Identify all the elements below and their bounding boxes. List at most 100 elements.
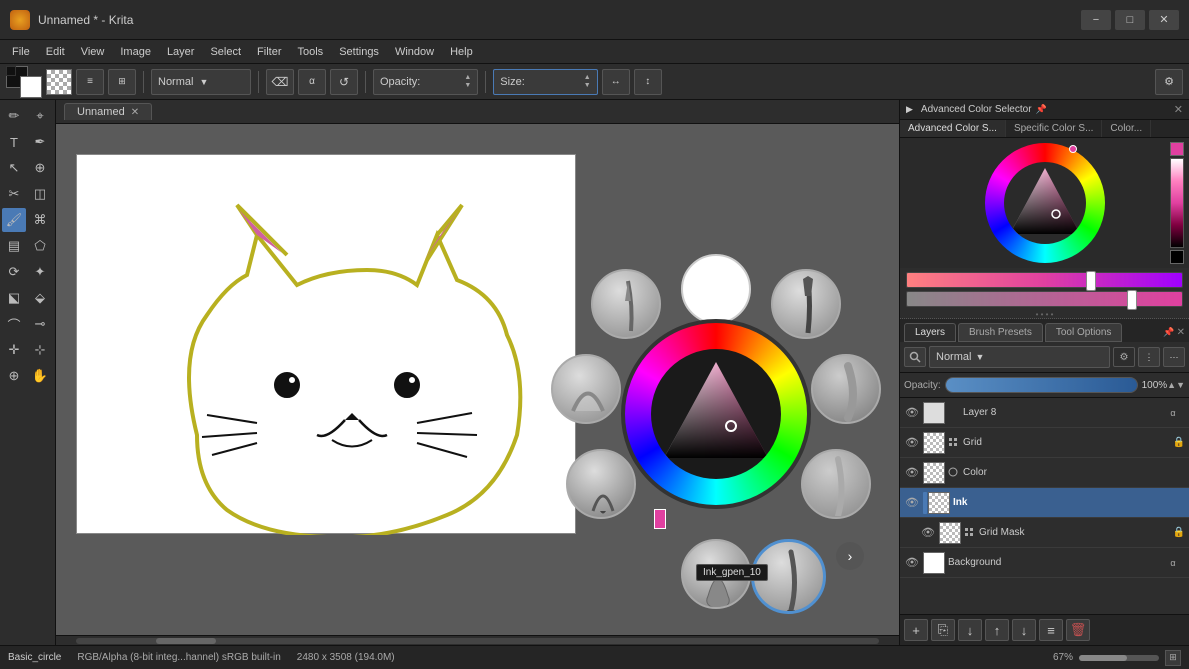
pan-tool[interactable]: ✋ bbox=[28, 364, 52, 388]
edit-shapes-tool[interactable]: ↖ bbox=[2, 156, 26, 180]
hue-slider-thumb[interactable] bbox=[1086, 271, 1096, 291]
menu-window[interactable]: Window bbox=[387, 44, 442, 60]
tab-layers[interactable]: Layers bbox=[904, 323, 956, 342]
opacity-input[interactable]: 1.00 bbox=[424, 76, 464, 88]
enclose-fill-tool[interactable]: ⬠ bbox=[28, 234, 52, 258]
brush-circle-tr[interactable] bbox=[771, 269, 841, 339]
layer-item-ink[interactable]: 👁 Ink bbox=[900, 488, 1189, 518]
size-down[interactable]: ▼ bbox=[584, 82, 591, 89]
zoom-tool[interactable]: ⊕ bbox=[2, 364, 26, 388]
minimize-button[interactable]: − bbox=[1081, 10, 1111, 30]
menu-tools[interactable]: Tools bbox=[290, 44, 332, 60]
zoom-fit-button[interactable]: ⊞ bbox=[1165, 650, 1181, 666]
layer-visibility-color[interactable]: 👁 bbox=[904, 465, 920, 481]
mirror-h-button[interactable]: ↔ bbox=[602, 69, 630, 95]
brush-circle-left[interactable] bbox=[551, 354, 621, 424]
h-scrollbar[interactable] bbox=[56, 635, 899, 645]
layer-visibility-8[interactable]: 👁 bbox=[904, 405, 920, 421]
menu-help[interactable]: Help bbox=[442, 44, 481, 60]
active-color-swatch[interactable] bbox=[1170, 142, 1184, 156]
layer-item-8[interactable]: 👁 Layer 8 α bbox=[900, 398, 1189, 428]
fill-tool[interactable]: ▤ bbox=[2, 234, 26, 258]
saturation-slider-thumb[interactable] bbox=[1127, 290, 1137, 310]
erase-button[interactable]: ⌫ bbox=[266, 69, 294, 95]
mirror-button[interactable]: ⊞ bbox=[108, 69, 136, 95]
layer-collapse-button[interactable]: ⋮ bbox=[1138, 347, 1160, 367]
menu-filter[interactable]: Filter bbox=[249, 44, 289, 60]
delete-layer-button[interactable]: 🗑 bbox=[1066, 619, 1090, 641]
brush-circle-br[interactable] bbox=[801, 449, 871, 519]
layer-style-button[interactable]: ≡ bbox=[76, 69, 104, 95]
brush-circle-active[interactable] bbox=[751, 539, 826, 614]
freehand-select-tool[interactable]: ⌖ bbox=[28, 104, 52, 128]
maximize-button[interactable]: □ bbox=[1115, 10, 1145, 30]
panel-pin-button[interactable]: 📌 bbox=[1036, 104, 1047, 115]
drawing-canvas[interactable] bbox=[76, 154, 576, 534]
layer-visibility-gridmask[interactable]: 👁 bbox=[920, 525, 936, 541]
tab-tool-options[interactable]: Tool Options bbox=[1045, 323, 1123, 342]
menu-edit[interactable]: Edit bbox=[38, 44, 73, 60]
layers-panel-pin[interactable]: 📌 bbox=[1163, 327, 1174, 338]
alpha-lock-button[interactable]: α bbox=[298, 69, 326, 95]
opacity-down-btn[interactable]: ▼ bbox=[1176, 380, 1185, 390]
menu-file[interactable]: File bbox=[4, 44, 38, 60]
bezier-select-tool[interactable]: ⌒ bbox=[2, 312, 26, 336]
menu-select[interactable]: Select bbox=[202, 44, 249, 60]
multibrush-tool[interactable]: ✦ bbox=[28, 260, 52, 284]
menu-view[interactable]: View bbox=[73, 44, 113, 60]
paint-brush-tool[interactable]: 🖌 bbox=[2, 208, 26, 232]
color-value-strip[interactable] bbox=[1170, 158, 1184, 248]
saturation-slider[interactable] bbox=[906, 291, 1183, 307]
hue-slider[interactable] bbox=[906, 272, 1183, 288]
settings-button[interactable]: ⚙ bbox=[1155, 69, 1183, 95]
panel-resizer[interactable]: • • • • bbox=[900, 311, 1189, 319]
brush-circle-bl[interactable] bbox=[566, 449, 636, 519]
menu-layer[interactable]: Layer bbox=[159, 44, 203, 60]
size-input[interactable]: 11.47 px bbox=[529, 76, 584, 88]
gradient-tool[interactable]: ◫ bbox=[28, 182, 52, 206]
panel-close-button[interactable]: ✕ bbox=[1174, 103, 1183, 116]
layer-visibility-bg[interactable]: 👁 bbox=[904, 555, 920, 571]
contiguous-select-tool[interactable]: ⬕ bbox=[2, 286, 26, 310]
opacity-spinners[interactable]: ▲ ▼ bbox=[464, 74, 471, 89]
move-layer-up-button[interactable]: ↑ bbox=[985, 619, 1009, 641]
layer-expand-button[interactable]: ⋯ bbox=[1163, 347, 1185, 367]
layer-settings-button[interactable]: ≡ bbox=[1039, 619, 1063, 641]
tab-brush-presets[interactable]: Brush Presets bbox=[958, 323, 1043, 342]
smart-patch-tool[interactable]: ⌘ bbox=[28, 208, 52, 232]
brush-circle-bottom[interactable] bbox=[681, 539, 751, 609]
mini-hue-ring[interactable] bbox=[985, 143, 1105, 263]
black-swatch[interactable] bbox=[1170, 250, 1184, 264]
reset-button[interactable]: ↺ bbox=[330, 69, 358, 95]
layer-filter-button[interactable]: ⚙ bbox=[1113, 347, 1135, 367]
close-button[interactable]: ✕ bbox=[1149, 10, 1179, 30]
layer-item-color[interactable]: 👁 Color bbox=[900, 458, 1189, 488]
tab-adv-color[interactable]: Advanced Color S... bbox=[900, 120, 1006, 137]
layers-search-button[interactable] bbox=[904, 347, 926, 367]
opacity-down[interactable]: ▼ bbox=[464, 82, 471, 89]
calligraphy-tool[interactable]: ✒ bbox=[28, 130, 52, 154]
layer-visibility-ink[interactable]: 👁 bbox=[904, 495, 920, 511]
layer-item-background[interactable]: 👁 Background α bbox=[900, 548, 1189, 578]
brush-circle-tl[interactable] bbox=[591, 269, 661, 339]
mirror-v-button[interactable]: ↕ bbox=[634, 69, 662, 95]
brush-circle-right[interactable] bbox=[811, 354, 881, 424]
size-spinners[interactable]: ▲ ▼ bbox=[584, 74, 591, 89]
copy-layer-button[interactable]: ⎘ bbox=[931, 619, 955, 641]
pattern-swatch[interactable] bbox=[46, 69, 72, 95]
layer-item-grid[interactable]: 👁 Grid 🔒 bbox=[900, 428, 1189, 458]
tab-color[interactable]: Color... bbox=[1102, 120, 1151, 137]
next-button[interactable]: › bbox=[836, 542, 864, 570]
canvas-tab-item[interactable]: Unnamed ✕ bbox=[64, 103, 152, 120]
canvas-content[interactable]: › Ink_gpen_10 bbox=[56, 124, 899, 645]
brush-circle-top[interactable] bbox=[681, 254, 751, 324]
tab-specific-color[interactable]: Specific Color S... bbox=[1006, 120, 1102, 137]
hue-wheel[interactable] bbox=[621, 319, 811, 509]
text-tool[interactable]: T bbox=[2, 130, 26, 154]
crop-tool[interactable]: ✂ bbox=[2, 182, 26, 206]
move-tool[interactable]: ✛ bbox=[2, 338, 26, 362]
magnetic-select-tool[interactable]: ⊸ bbox=[28, 312, 52, 336]
canvas-tab-close[interactable]: ✕ bbox=[131, 107, 139, 118]
layer-visibility-grid[interactable]: 👁 bbox=[904, 435, 920, 451]
zoom-slider[interactable] bbox=[1079, 655, 1159, 661]
